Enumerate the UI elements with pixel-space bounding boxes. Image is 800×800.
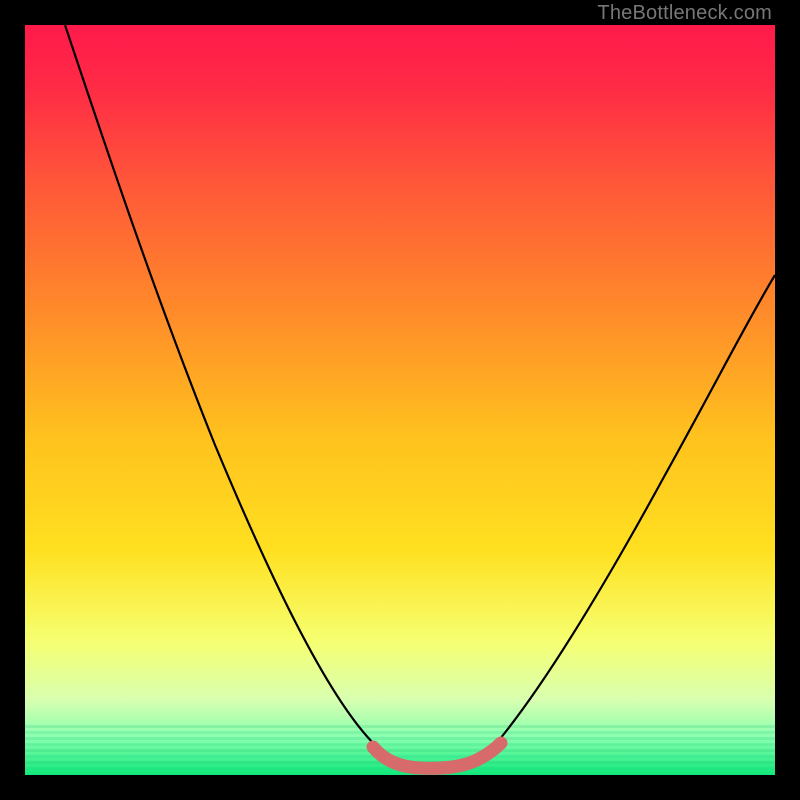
bottleneck-curve-layer xyxy=(25,25,775,775)
bottleneck-curve-path xyxy=(65,25,775,767)
optimal-band-path xyxy=(373,743,501,768)
chart-frame: TheBottleneck.com xyxy=(0,0,800,800)
plot-area xyxy=(25,25,775,775)
watermark-text: TheBottleneck.com xyxy=(597,2,772,25)
